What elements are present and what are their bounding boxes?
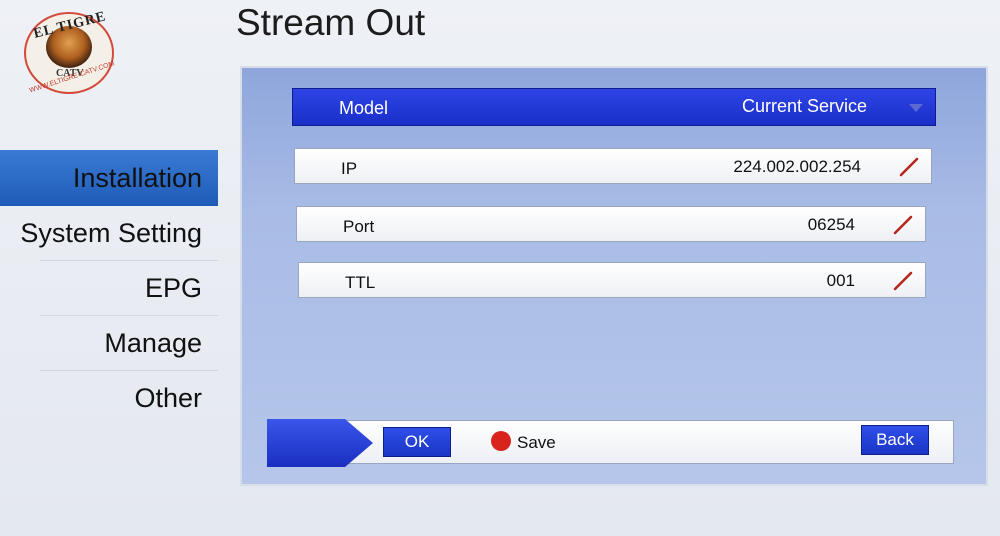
port-value[interactable]: 06254	[808, 215, 855, 235]
model-label: Model	[339, 98, 389, 118]
save-label[interactable]: Save	[517, 433, 556, 453]
dropdown-arrow-icon[interactable]	[909, 104, 923, 112]
sidebar-item-epg[interactable]: EPG	[0, 261, 218, 315]
sidebar-item-installation[interactable]: Installation	[0, 150, 218, 206]
pencil-icon[interactable]	[891, 213, 915, 237]
stream-out-panel: Model Current Service IP 224.002.002.254…	[240, 66, 988, 486]
ip-value[interactable]: 224.002.002.254	[733, 157, 861, 177]
ip-label: IP	[341, 159, 358, 178]
sidebar-item-system-setting[interactable]: System Setting	[0, 206, 218, 260]
footer-bar: OK Save Back	[267, 419, 954, 467]
ip-field[interactable]: IP 224.002.002.254	[294, 148, 932, 184]
arrow-tab-icon	[267, 419, 373, 467]
model-select[interactable]: Model Current Service	[292, 88, 936, 126]
pencil-icon[interactable]	[891, 269, 915, 293]
save-dot-icon[interactable]	[491, 431, 511, 451]
page-title: Stream Out	[236, 2, 426, 43]
port-field[interactable]: Port 06254	[296, 206, 926, 242]
pencil-icon[interactable]	[897, 155, 921, 179]
ttl-value[interactable]: 001	[827, 271, 855, 291]
ok-button[interactable]: OK	[383, 427, 451, 457]
sidebar: Installation System Setting EPG Manage O…	[0, 150, 218, 425]
model-value: Current Service	[741, 96, 867, 116]
sidebar-item-manage[interactable]: Manage	[0, 316, 218, 370]
ttl-label: TTL	[345, 273, 376, 292]
ttl-field[interactable]: TTL 001	[298, 262, 926, 298]
port-label: Port	[343, 217, 375, 236]
back-button[interactable]: Back	[861, 425, 929, 455]
brand-logo: EL TIGRE CATV WWW.ELTIGRE-CATV.COM	[16, 8, 122, 96]
sidebar-item-other[interactable]: Other	[0, 371, 218, 425]
